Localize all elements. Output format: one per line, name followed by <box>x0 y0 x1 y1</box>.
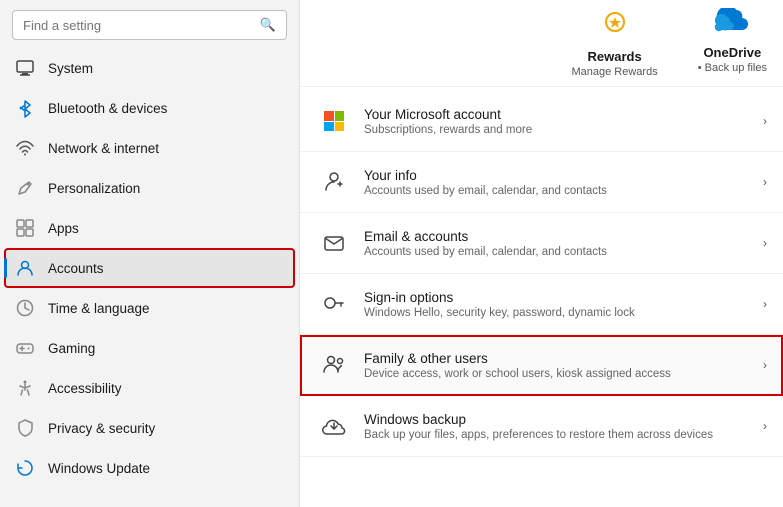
key-icon <box>316 286 352 322</box>
search-input[interactable] <box>23 18 252 33</box>
sidebar-item-label-personalization: Personalization <box>48 181 140 196</box>
sidebar-item-system[interactable]: System <box>4 48 295 88</box>
sidebar-item-privacy[interactable]: Privacy & security <box>4 408 295 448</box>
your-info-icon <box>316 164 352 200</box>
sidebar-item-label-system: System <box>48 61 93 76</box>
microsoft-account-chevron: › <box>763 114 767 128</box>
search-box[interactable]: 🔍 <box>12 10 287 40</box>
sidebar-item-apps[interactable]: Apps <box>4 208 295 248</box>
microsoft-icon <box>316 103 352 139</box>
sidebar-item-label-network: Network & internet <box>48 141 159 156</box>
sidebar-item-label-time: Time & language <box>48 301 150 316</box>
personalization-icon <box>14 177 36 199</box>
sidebar-item-label-privacy: Privacy & security <box>48 421 155 436</box>
sidebar-item-label-bluetooth: Bluetooth & devices <box>48 101 167 116</box>
your-info-title: Your info <box>364 168 763 183</box>
sidebar-item-time[interactable]: Time & language <box>4 288 295 328</box>
sidebar-item-personalization[interactable]: Personalization <box>4 168 295 208</box>
time-icon <box>14 297 36 319</box>
bluetooth-icon <box>14 97 36 119</box>
content-item-family-users[interactable]: Family & other users Device access, work… <box>300 335 783 396</box>
sidebar-item-label-update: Windows Update <box>48 461 150 476</box>
system-icon <box>14 57 36 79</box>
sidebar-item-update[interactable]: Windows Update <box>4 448 295 488</box>
sidebar-item-network[interactable]: Network & internet <box>4 128 295 168</box>
signin-options-title: Sign-in options <box>364 290 763 305</box>
content-list: Your Microsoft account Subscriptions, re… <box>300 87 783 461</box>
nav-items: System Bluetooth & devices <box>0 48 299 488</box>
sidebar-item-label-apps: Apps <box>48 221 79 236</box>
content-item-signin-options[interactable]: Sign-in options Windows Hello, security … <box>300 274 783 335</box>
email-accounts-title: Email & accounts <box>364 229 763 244</box>
gaming-icon <box>14 337 36 359</box>
onedrive-icon <box>714 8 750 43</box>
content-item-microsoft-account[interactable]: Your Microsoft account Subscriptions, re… <box>300 91 783 152</box>
microsoft-account-title: Your Microsoft account <box>364 107 763 122</box>
onedrive-subtitle: • Back up files <box>698 62 767 74</box>
accounts-icon <box>14 257 36 279</box>
accessibility-icon <box>14 377 36 399</box>
sidebar: 🔍 System Bluetooth & de <box>0 0 300 507</box>
sidebar-item-label-accounts: Accounts <box>48 261 104 276</box>
signin-options-sub: Windows Hello, security key, password, d… <box>364 307 763 319</box>
family-users-sub: Device access, work or school users, kio… <box>364 368 763 380</box>
sidebar-item-label-gaming: Gaming <box>48 341 95 356</box>
microsoft-account-sub: Subscriptions, rewards and more <box>364 124 763 136</box>
main-content: Rewards Manage Rewards OneDrive • Back u… <box>300 0 783 507</box>
privacy-icon <box>14 417 36 439</box>
your-info-chevron: › <box>763 175 767 189</box>
network-icon <box>14 137 36 159</box>
rewards-icon <box>599 8 631 47</box>
top-bar: Rewards Manage Rewards OneDrive • Back u… <box>300 0 783 87</box>
sidebar-item-bluetooth[interactable]: Bluetooth & devices <box>4 88 295 128</box>
sidebar-item-accessibility[interactable]: Accessibility <box>4 368 295 408</box>
windows-backup-chevron: › <box>763 419 767 433</box>
email-icon <box>316 225 352 261</box>
sidebar-item-label-accessibility: Accessibility <box>48 381 122 396</box>
your-info-sub: Accounts used by email, calendar, and co… <box>364 185 763 197</box>
windows-backup-sub: Back up your files, apps, preferences to… <box>364 429 763 441</box>
onedrive-title: OneDrive <box>703 45 761 60</box>
signin-options-chevron: › <box>763 297 767 311</box>
apps-icon <box>14 217 36 239</box>
email-accounts-sub: Accounts used by email, calendar, and co… <box>364 246 763 258</box>
backup-icon <box>316 408 352 444</box>
content-item-email-accounts[interactable]: Email & accounts Accounts used by email,… <box>300 213 783 274</box>
rewards-subtitle: Manage Rewards <box>571 66 657 78</box>
search-icon: 🔍 <box>260 17 276 33</box>
content-item-windows-backup[interactable]: Windows backup Back up your files, apps,… <box>300 396 783 457</box>
rewards-title: Rewards <box>587 49 641 64</box>
sidebar-item-accounts[interactable]: Accounts <box>4 248 295 288</box>
windows-backup-title: Windows backup <box>364 412 763 427</box>
family-icon <box>316 347 352 383</box>
family-users-chevron: › <box>763 358 767 372</box>
family-users-title: Family & other users <box>364 351 763 366</box>
rewards-item[interactable]: Rewards Manage Rewards <box>571 8 657 78</box>
onedrive-item[interactable]: OneDrive • Back up files <box>698 8 767 78</box>
sidebar-item-gaming[interactable]: Gaming <box>4 328 295 368</box>
content-item-your-info[interactable]: Your info Accounts used by email, calend… <box>300 152 783 213</box>
email-accounts-chevron: › <box>763 236 767 250</box>
update-icon <box>14 457 36 479</box>
